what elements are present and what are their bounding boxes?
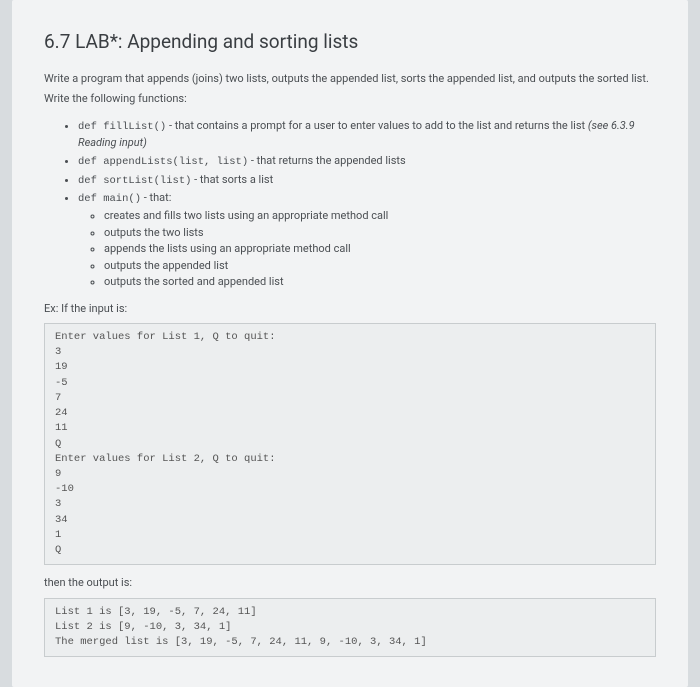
- desc-main: - that:: [141, 191, 171, 204]
- document-page: 6.7 LAB*: Appending and sorting lists Wr…: [12, 0, 688, 687]
- code-fillList: def fillList(): [78, 121, 166, 133]
- output-block: List 1 is [3, 19, -5, 7, 24, 11] List 2 …: [44, 598, 656, 658]
- bullet-main: def main() - that: creates and fills two…: [78, 190, 656, 290]
- bullet-appendLists: def appendLists(list, list) - that retur…: [78, 153, 656, 171]
- then-label: then the output is:: [44, 575, 656, 592]
- bullet-sortList: def sortList(list) - that sorts a list: [78, 172, 656, 190]
- desc-appendLists: - that returns the appended lists: [248, 154, 406, 167]
- sub-outputs-two: outputs the two lists: [104, 225, 656, 242]
- sub-outputs-appended: outputs the appended list: [104, 258, 656, 275]
- intro-text: Write a program that appends (joins) two…: [44, 71, 656, 88]
- example-label: Ex: If the input is:: [44, 301, 656, 318]
- input-block: Enter values for List 1, Q to quit: 3 19…: [44, 323, 656, 565]
- code-sortList: def sortList(list): [78, 175, 191, 187]
- main-sublist: creates and fills two lists using an app…: [78, 208, 656, 291]
- sub-creates: creates and fills two lists using an app…: [104, 208, 656, 225]
- bullet-fillList: def fillList() - that contains a prompt …: [78, 118, 656, 152]
- sub-outputs-sorted: outputs the sorted and appended list: [104, 274, 656, 291]
- desc-fillList: - that contains a prompt for a user to e…: [166, 119, 588, 132]
- page-title: 6.7 LAB*: Appending and sorting lists: [44, 28, 656, 57]
- subintro-text: Write the following functions:: [44, 91, 656, 108]
- code-appendLists: def appendLists(list, list): [78, 156, 248, 168]
- desc-sortList: - that sorts a list: [191, 173, 273, 186]
- sub-appends: appends the lists using an appropriate m…: [104, 241, 656, 258]
- function-list: def fillList() - that contains a prompt …: [44, 118, 656, 291]
- code-main: def main(): [78, 193, 141, 205]
